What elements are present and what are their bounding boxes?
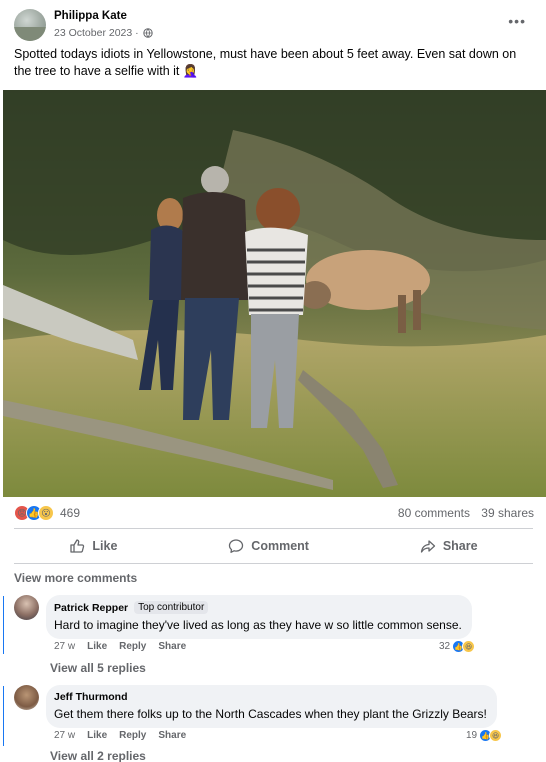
comment-reactions[interactable]: 19 👍 😆 (466, 729, 503, 742)
globe-icon (142, 28, 153, 38)
commenter-name[interactable]: Patrick Repper (54, 602, 128, 614)
share-label: Share (442, 539, 478, 553)
thread-line (3, 596, 4, 654)
comment-label: Comment (251, 539, 309, 553)
post-meta: 23 October 2023 · (54, 27, 153, 39)
haha-reaction-icon: 😆 (489, 729, 503, 742)
comment-like-button[interactable]: Like (87, 730, 107, 741)
comment-meta: 27 w Like Reply Share (54, 641, 186, 652)
comment: Patrick Repper Top contributor Hard to i… (14, 595, 534, 655)
comment-bubble: Patrick Repper Top contributor Hard to i… (46, 595, 472, 639)
divider (14, 563, 533, 564)
comment-text: Hard to imagine they've lived as long as… (54, 618, 462, 632)
author-name[interactable]: Philippa Kate (54, 10, 127, 22)
comment-reaction-count: 32 (439, 641, 451, 652)
wow-reaction-icon: 😮 (38, 505, 54, 521)
comment-reaction-count: 19 (466, 730, 478, 741)
shares-count[interactable]: 39 shares (481, 506, 534, 520)
author-avatar[interactable] (14, 9, 46, 41)
comment-icon (229, 539, 244, 553)
commenter-avatar[interactable] (14, 685, 39, 710)
more-horizontal-icon[interactable]: ••• (508, 13, 526, 29)
commenter-avatar[interactable] (14, 595, 39, 620)
top-contributor-badge: Top contributor (134, 601, 209, 614)
comment-text: Get them there folks up to the North Cas… (54, 707, 487, 721)
post-text: Spotted todays idiots in Yellowstone, mu… (14, 47, 517, 78)
haha-reaction-icon: 😆 (462, 640, 476, 653)
share-button[interactable]: Share (420, 538, 478, 554)
post-header: Philippa Kate 23 October 2023 · ••• (14, 9, 534, 43)
reaction-icons[interactable]: 😡 👍 😮 (14, 505, 54, 521)
view-replies-link[interactable]: View all 2 replies (50, 749, 146, 762)
thread-line (3, 686, 4, 746)
comment-button[interactable]: Comment (228, 538, 309, 554)
share-icon (420, 540, 435, 553)
like-button[interactable]: Like (69, 538, 117, 554)
reactions-bar: 😡 👍 😮 469 80 comments 39 shares (14, 503, 534, 523)
like-label: Like (92, 539, 118, 553)
comments-count[interactable]: 80 comments (398, 506, 470, 520)
divider (14, 528, 533, 529)
comment-reply-button[interactable]: Reply (119, 641, 146, 652)
comment-time[interactable]: 27 w (54, 641, 75, 652)
comment-share-button[interactable]: Share (158, 641, 186, 652)
comment-meta: 27 w Like Reply Share (54, 730, 186, 741)
comment-reactions[interactable]: 32 👍 😆 (439, 640, 476, 653)
commenter-name[interactable]: Jeff Thurmond (54, 691, 128, 703)
reaction-count[interactable]: 469 (60, 506, 80, 520)
view-more-comments-link[interactable]: View more comments (14, 571, 137, 585)
engagement-stats: 80 comments 39 shares (390, 506, 534, 520)
thumbs-up-icon (70, 539, 85, 553)
view-replies-link[interactable]: View all 5 replies (50, 661, 146, 675)
comment: Jeff Thurmond Get them there folks up to… (14, 685, 534, 745)
post-photo[interactable] (3, 90, 546, 497)
comment-like-button[interactable]: Like (87, 641, 107, 652)
post-actions: Like Comment Share (14, 532, 533, 560)
post-date[interactable]: 23 October 2023 · (54, 27, 139, 39)
comment-time[interactable]: 27 w (54, 730, 75, 741)
comment-reply-button[interactable]: Reply (119, 730, 146, 741)
comment-bubble: Jeff Thurmond Get them there folks up to… (46, 685, 497, 728)
comment-share-button[interactable]: Share (158, 730, 186, 741)
